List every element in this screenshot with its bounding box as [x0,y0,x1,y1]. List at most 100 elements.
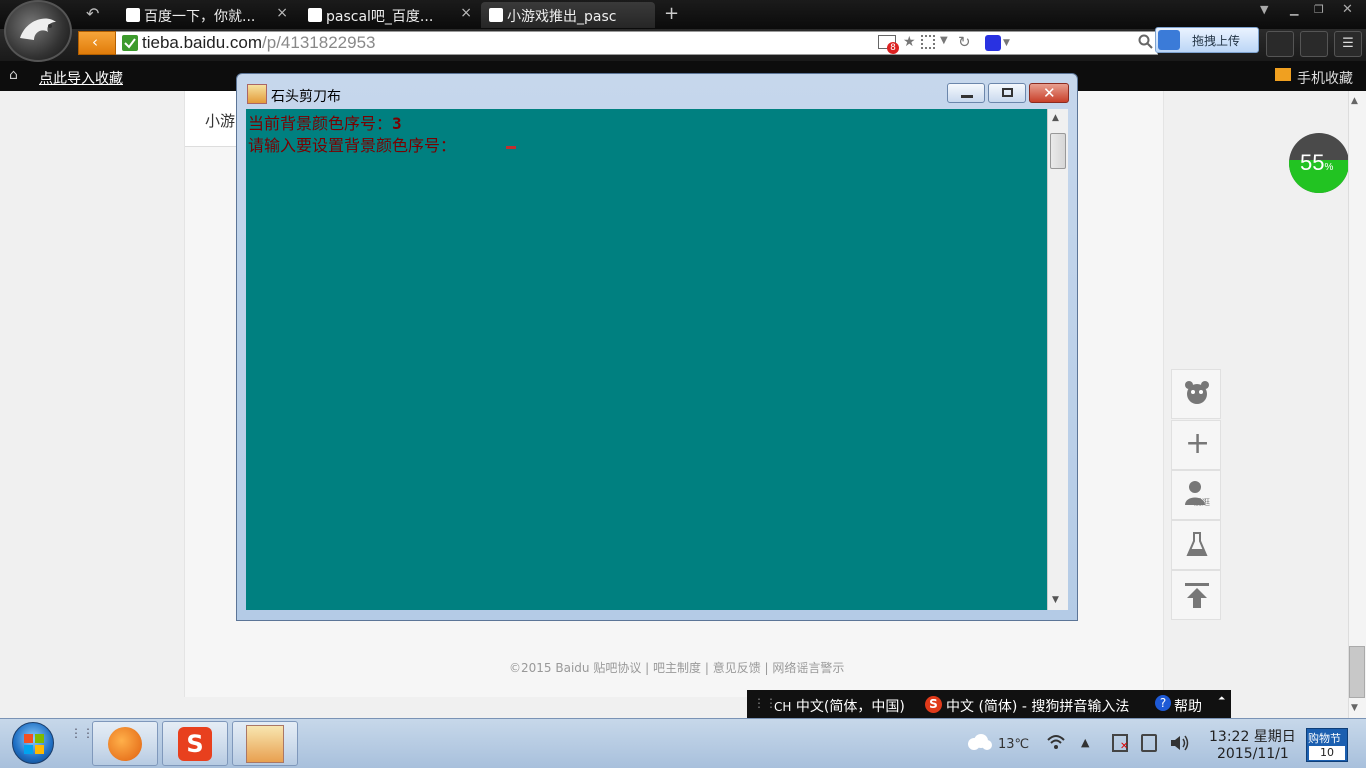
ime-lang-code: CH [774,700,792,714]
console-line-current-color: 当前背景颜色序号：3 [248,110,402,134]
dropdown-arrow-icon[interactable]: ▼ [940,35,948,46]
tv-icon[interactable] [1300,31,1328,57]
browser-logo-icon[interactable] [4,0,72,62]
qr-code-icon[interactable] [921,35,935,49]
mobile-bookmarks-link[interactable]: 手机收藏 [1297,68,1353,88]
url-text[interactable]: tieba.baidu.com/p/4131822953 [142,33,375,53]
minimize-icon [961,95,973,98]
tab-pascal[interactable]: pascal吧_百度... × [300,2,478,28]
baidu-paw-icon [308,8,322,22]
lab-button[interactable] [1171,520,1221,570]
tab-close-icon[interactable]: × [276,5,288,21]
text-cursor [506,146,516,149]
flag-icon[interactable]: ✕ [1112,734,1128,752]
ime-help[interactable]: 帮助 [1174,696,1202,716]
progress-text: 55% [1300,150,1333,176]
favorite-user-button[interactable]: 爱逛 [1171,470,1221,520]
refresh-icon[interactable]: ↻ [958,33,971,51]
tab-close-icon[interactable]: × [460,5,472,21]
game-controller-icon[interactable] [1266,31,1294,57]
scroll-up-icon[interactable]: ▲ [1052,113,1059,123]
baidu-paw-icon [489,8,503,22]
baidu-search-engine-icon[interactable] [985,35,1001,51]
page-scrollbar[interactable] [1348,91,1366,718]
console-line-prompt: 请输入要设置背景颜色序号： [248,136,457,155]
volume-icon[interactable] [1169,733,1191,753]
page-header-title: 小游 [205,112,236,130]
add-button[interactable]: + [1171,420,1221,470]
footer-link[interactable]: 网络谣言警示 [772,661,844,675]
scroll-down-icon[interactable]: ▼ [1351,703,1358,713]
tab-baidu[interactable]: 百度一下，你就... × [118,2,294,28]
show-hidden-icons[interactable]: ▲ [1081,736,1089,749]
shopping-count: 10 [1309,746,1345,760]
weather-temp[interactable]: 13℃ [998,737,1029,752]
emoji-button[interactable] [1171,369,1221,419]
console-output[interactable]: 当前背景颜色序号：3 请输入要设置背景颜色序号： [246,109,1047,610]
search-icon[interactable] [1138,34,1154,50]
console-scrollbar[interactable]: ▲ ▼ [1047,109,1068,610]
notification-badge: 8 [887,42,899,54]
drag-upload-button[interactable]: 拖拽上传 [1155,27,1259,53]
tab-label: 小游戏推出_pasc [507,9,617,25]
maximize-button[interactable] [988,83,1026,103]
restore-icon[interactable]: ❐ [1314,3,1324,16]
tab-game-active[interactable]: 小游戏推出_pasc [481,2,655,28]
ime-options-icon[interactable]: ⏶ [1218,694,1225,704]
flag-error-icon: ✕ [1120,741,1129,752]
ime-language[interactable]: CH 中文(简体，中国) [774,696,905,716]
taskbar-sogou[interactable]: S [162,721,228,766]
footer-link[interactable]: 贴吧协议 [593,661,641,675]
close-button[interactable]: ✕ [1029,83,1069,103]
weather-cloud-icon[interactable] [966,733,992,751]
scrollbar-thumb[interactable] [1050,133,1066,169]
taskbar-rps-game[interactable] [232,721,298,766]
clock-time[interactable]: 13:22 星期日 [1209,726,1296,746]
home-icon[interactable]: ⌂ [9,67,18,83]
back-button[interactable]: ‹ [78,31,116,55]
copyright-text: ©2015 Baidu [509,661,590,675]
url-host: tieba.baidu.com [142,33,263,52]
footer-link[interactable]: 意见反馈 [713,661,761,675]
app-icon [247,84,267,104]
skin-icon[interactable]: ▼ [1260,3,1268,16]
back-to-top-button[interactable] [1171,570,1221,620]
minimize-button[interactable] [947,83,985,103]
shopping-label: 购物节 [1308,732,1341,745]
progress-unit: % [1324,162,1334,173]
ime-layout: 中文(简体，中国) [795,699,905,715]
start-button[interactable] [12,722,54,764]
minimize-icon[interactable]: ▁ [1290,3,1298,16]
secure-check-icon [122,35,138,51]
ime-method[interactable]: 中文 (简体) - 搜狗拼音输入法 [946,696,1129,716]
ime-language-bar: ⋮⋮ CH 中文(简体，中国) S 中文 (简体) - 搜狗拼音输入法 ? 帮助… [747,690,1231,718]
window-title: 石头剪刀布 [271,89,341,105]
folder-icon [1275,68,1291,81]
clock-date[interactable]: 2015/11/1 [1217,746,1289,762]
device-icon[interactable] [1141,734,1157,752]
footer-link[interactable]: 吧主制度 [653,661,701,675]
scroll-down-icon[interactable]: ▼ [1052,595,1059,605]
taskbar-browser[interactable] [92,721,158,766]
import-bookmarks-link[interactable]: 点此导入收藏 [39,68,123,88]
close-icon[interactable]: ✕ [1342,2,1353,17]
tab-label: 百度一下，你就... [144,9,256,25]
undo-close-tab-icon[interactable]: ↶ [86,4,99,23]
taskbar-grip-icon: ⋮⋮ [70,726,94,740]
engine-dropdown-icon[interactable]: ▼ [1003,38,1010,48]
menu-icon[interactable]: ☰ [1334,31,1362,57]
game-app-icon [246,725,284,763]
window-controls: ▼ ▁ ❐ ✕ [1256,2,1366,20]
scrollbar-thumb[interactable] [1349,646,1365,698]
scroll-up-icon[interactable]: ▲ [1351,96,1358,106]
progress-circle[interactable]: 55% [1289,133,1349,193]
cloud-upload-icon [1158,30,1180,50]
star-icon[interactable]: ★ [903,34,916,50]
shopping-festival-widget[interactable]: 购物节 10 [1306,728,1348,762]
wifi-icon[interactable] [1046,733,1066,751]
browser-app-icon [108,727,142,761]
side-label: 爱逛 [1194,498,1210,507]
new-tab-button[interactable]: + [664,3,679,24]
tab-label: pascal吧_百度... [326,9,434,25]
upload-label: 拖拽上传 [1192,34,1241,48]
